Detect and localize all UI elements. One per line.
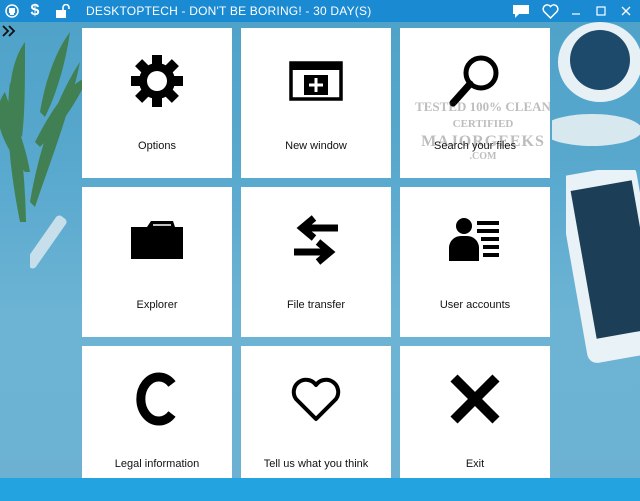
minimize-icon[interactable]: [569, 0, 583, 22]
tile-tell-us-what-you-think[interactable]: Tell us what you think: [241, 346, 391, 496]
tile-label: Search your files: [434, 140, 516, 152]
tile-explorer[interactable]: Explorer: [82, 187, 232, 337]
tile-legal-information[interactable]: Legal information: [82, 346, 232, 496]
expand-sidebar-icon[interactable]: [2, 24, 18, 38]
tile-user-accounts[interactable]: User accounts: [400, 187, 550, 337]
close-icon[interactable]: [619, 0, 633, 22]
coffee-cup-decoration: [552, 22, 640, 146]
user-accounts-icon: [449, 217, 499, 261]
tile-label: User accounts: [439, 299, 511, 311]
tile-options[interactable]: Options: [82, 28, 232, 178]
gear-icon: [131, 54, 183, 107]
status-bar: [0, 478, 640, 501]
new-window-icon: [289, 60, 343, 101]
maximize-icon[interactable]: [594, 0, 608, 22]
app-logo-icon[interactable]: [4, 0, 20, 22]
transfer-arrows-icon: [294, 214, 338, 265]
tile-label: Options: [138, 140, 176, 152]
tile-search-your-files[interactable]: Search your files: [400, 28, 550, 178]
heart-icon[interactable]: [540, 0, 560, 22]
magnifier-icon: [449, 55, 499, 106]
folder-icon: [131, 220, 183, 259]
pen-decoration: [30, 215, 67, 269]
tile-label: Exit: [465, 458, 485, 470]
tile-file-transfer[interactable]: File transfer: [241, 187, 391, 337]
tile-label: Tell us what you think: [263, 458, 369, 470]
tile-label: File transfer: [286, 299, 346, 311]
heart-outline-icon: [291, 377, 341, 421]
tile-exit[interactable]: Exit: [400, 346, 550, 496]
tablet-decoration: [566, 170, 640, 363]
copyright-c-icon: [136, 372, 176, 425]
chat-icon[interactable]: [511, 0, 531, 22]
title-bar: $ DESKTOPTECH - DON'T BE BORING! - 30 DA…: [0, 0, 640, 22]
dollar-icon[interactable]: $: [28, 0, 42, 22]
app-window: $ DESKTOPTECH - DON'T BE BORING! - 30 DA…: [0, 0, 640, 501]
tile-label: New window: [285, 140, 347, 152]
window-title: DESKTOPTECH - DON'T BE BORING! - 30 DAY(…: [86, 4, 372, 18]
unlock-icon[interactable]: [54, 0, 72, 22]
tile-new-window[interactable]: New window: [241, 28, 391, 178]
x-icon: [450, 373, 500, 424]
tile-label: Explorer: [136, 299, 178, 311]
tile-label: Legal information: [114, 458, 200, 470]
